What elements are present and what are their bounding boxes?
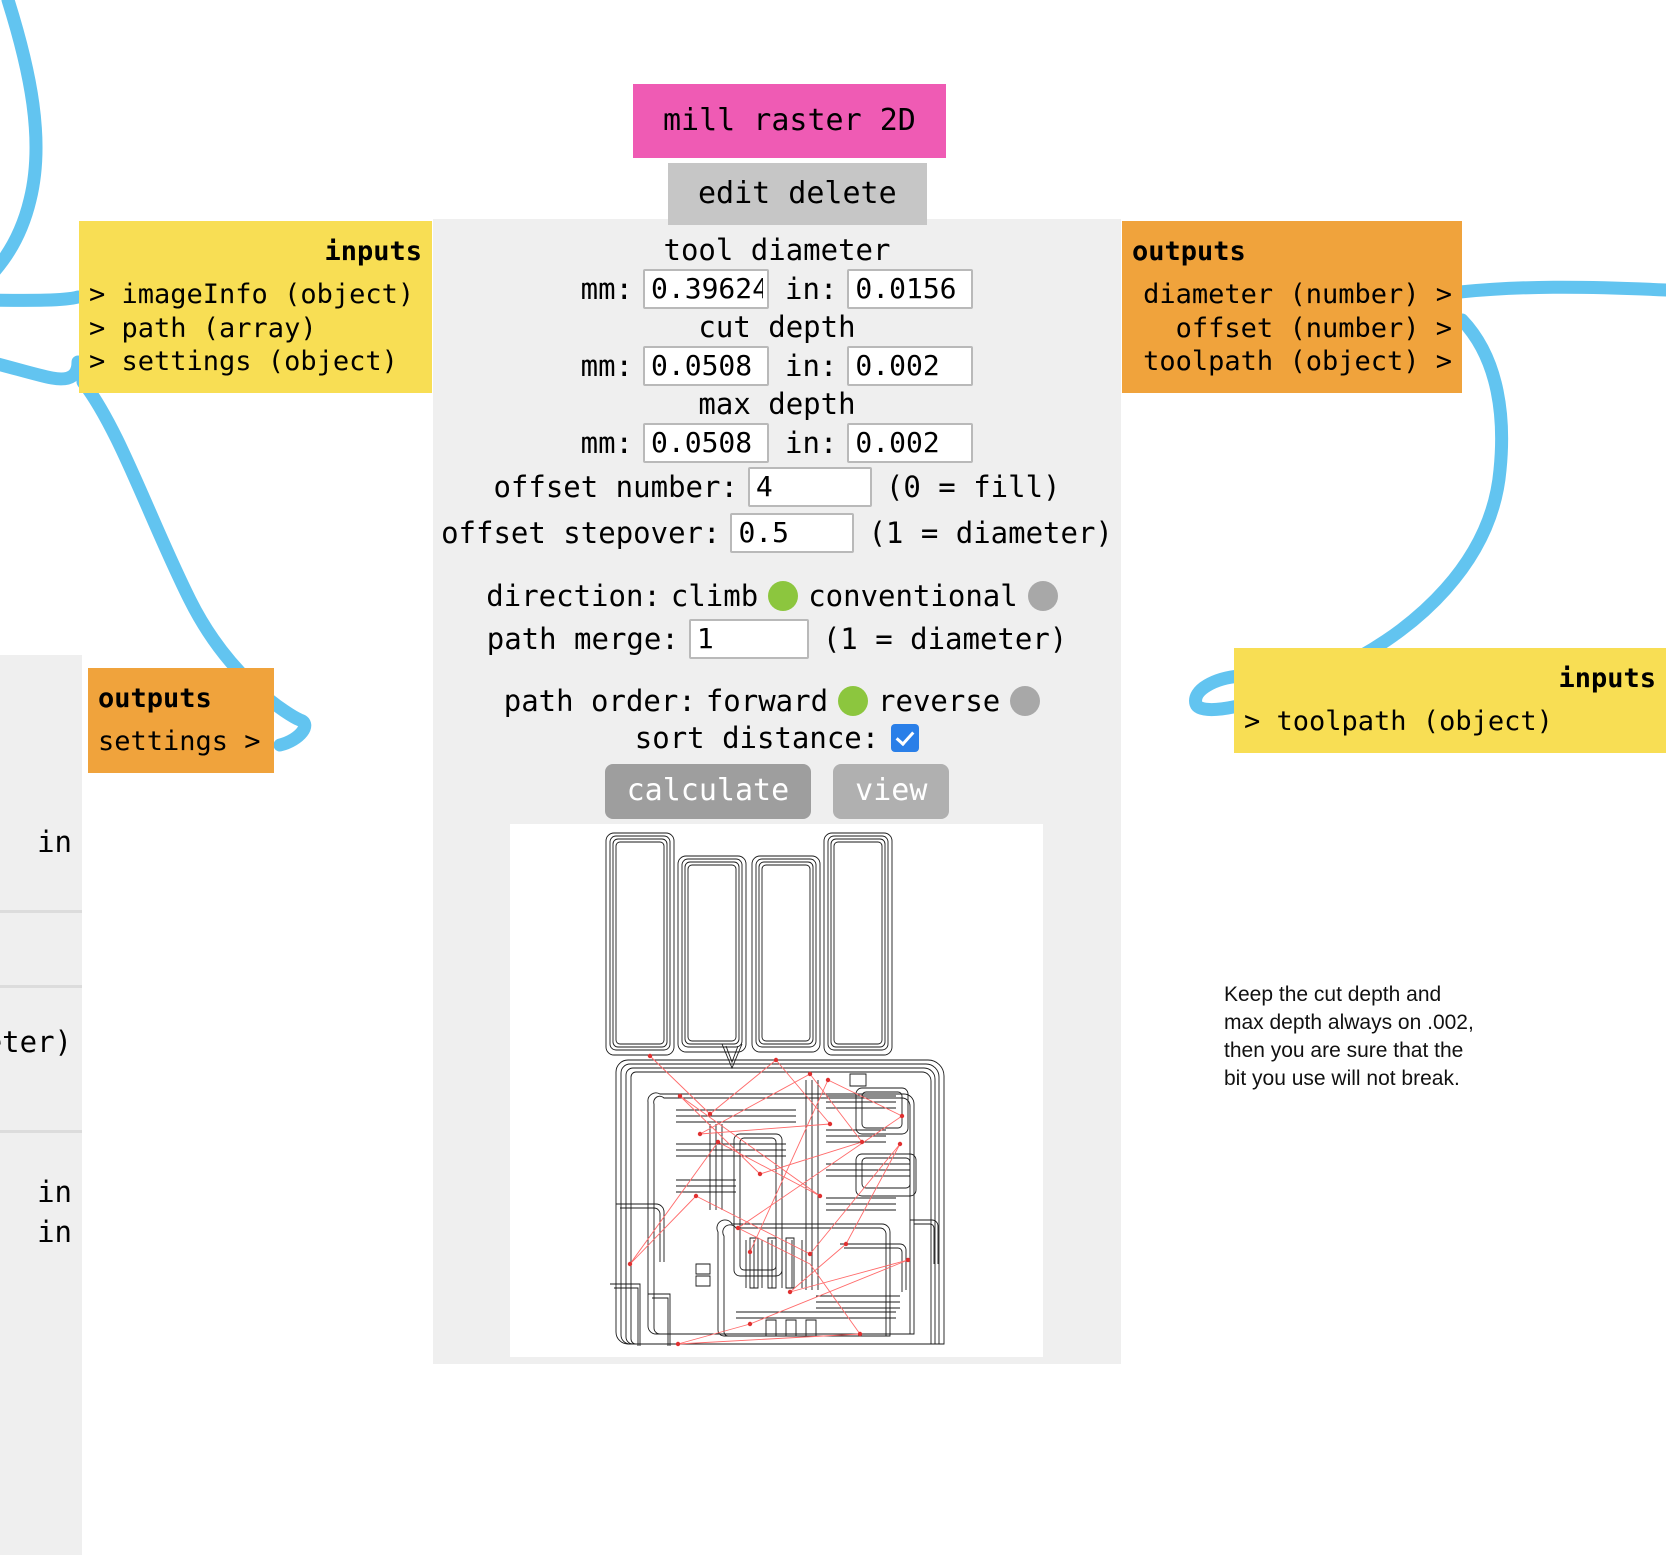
output-port-toolpath[interactable]: toolpath (object) > — [1132, 345, 1452, 378]
adjacent-node-card-left: in eter) in in — [0, 655, 82, 1555]
offset-stepover-label: offset stepover: — [441, 515, 721, 550]
direction-climb-radio[interactable] — [768, 581, 799, 611]
output-port-diameter[interactable]: diameter (number) > — [1132, 278, 1452, 311]
node-actions-bar[interactable]: edit delete — [668, 163, 927, 225]
path-merge-hint: (1 = diameter) — [822, 621, 1068, 656]
cut-depth-in-input[interactable] — [847, 346, 974, 386]
sort-distance-checkbox[interactable] — [891, 724, 920, 752]
direction-climb-label: climb — [670, 579, 759, 613]
sort-distance-label: sort distance: — [634, 721, 880, 755]
offset-stepover-input[interactable] — [730, 513, 855, 553]
toolpath-preview[interactable] — [510, 824, 1043, 1357]
node-title-label: mill raster 2D — [633, 84, 946, 158]
node-outputs-panel: outputs diameter (number) > offset (numb… — [1122, 221, 1462, 393]
path-merge-row: path merge: (1 = diameter) — [433, 619, 1121, 659]
direction-conventional-label: conventional — [808, 579, 1018, 613]
cut-depth-mm-label: mm: — [580, 348, 633, 383]
offset-stepover-row: offset stepover: (1 = diameter) — [433, 513, 1121, 553]
divider — [0, 910, 82, 913]
tool-diameter-in-input[interactable] — [847, 269, 974, 309]
max-depth-in-input[interactable] — [847, 423, 974, 463]
offset-number-label: offset number: — [493, 469, 738, 504]
partial-text-in-2: in — [37, 1175, 72, 1209]
max-depth-mm-label: mm: — [580, 425, 633, 460]
path-merge-input[interactable] — [688, 619, 809, 659]
tool-diameter-row: mm: in: — [433, 269, 1121, 309]
annotation-note: Keep the cut depth and max depth always … — [1224, 983, 1474, 1090]
right-inputs-heading: inputs — [1558, 663, 1656, 694]
inputs-heading: inputs — [324, 236, 422, 267]
sort-distance-row: sort distance: — [433, 721, 1121, 755]
partial-text-eter: eter) — [0, 1025, 72, 1059]
partial-text-in-1: in — [37, 825, 72, 859]
cut-depth-mm-input[interactable] — [643, 346, 769, 386]
direction-label: direction: — [486, 579, 661, 613]
input-port-settings[interactable]: > settings (object) — [89, 345, 422, 378]
adjacent-node-outputs-panel: outputs settings > — [88, 668, 274, 773]
outputs-heading: outputs — [1132, 236, 1246, 267]
toolpath-preview-svg — [510, 824, 1043, 1357]
path-merge-label: path merge: — [486, 621, 679, 656]
direction-row: direction: climb conventional — [433, 579, 1121, 613]
max-depth-label: max depth — [698, 387, 856, 421]
input-port-imageinfo[interactable]: > imageInfo (object) — [89, 278, 422, 311]
view-button[interactable]: view — [833, 764, 950, 819]
tool-diameter-mm-label: mm: — [580, 271, 633, 306]
cut-depth-label: cut depth — [698, 310, 856, 344]
partial-text-in-3: in — [37, 1215, 72, 1249]
path-order-reverse-label: reverse — [878, 684, 1001, 718]
adjacent-node-inputs-panel: inputs > toolpath (object) — [1234, 648, 1666, 753]
offset-stepover-hint: (1 = diameter) — [868, 515, 1113, 550]
cut-depth-row: mm: in: — [433, 346, 1121, 386]
node-inputs-panel: inputs > imageInfo (object) > path (arra… — [79, 221, 432, 393]
max-depth-in-label: in: — [785, 425, 838, 460]
offset-number-input[interactable] — [747, 467, 872, 507]
direction-conventional-radio[interactable] — [1027, 581, 1058, 611]
tool-diameter-mm-input[interactable] — [643, 269, 769, 309]
max-depth-mm-input[interactable] — [643, 423, 769, 463]
offset-number-hint: (0 = fill) — [885, 469, 1061, 504]
tool-diameter-label: tool diameter — [663, 233, 891, 267]
node-settings-card: tool diameter mm: in: cut depth mm: in: … — [433, 219, 1121, 1364]
path-order-row: path order: forward reverse — [433, 684, 1121, 718]
offset-number-row: offset number: (0 = fill) — [433, 467, 1121, 507]
divider — [0, 1130, 82, 1133]
calculate-button[interactable]: calculate — [604, 764, 812, 819]
path-order-label: path order: — [503, 684, 696, 718]
path-order-reverse-radio[interactable] — [1010, 686, 1041, 716]
input-port-path[interactable]: > path (array) — [89, 312, 422, 345]
action-button-row: calculate view — [433, 764, 1121, 819]
cut-depth-in-label: in: — [785, 348, 838, 383]
left-outputs-heading: outputs — [98, 683, 212, 714]
node-title-bar[interactable]: mill raster 2D — [633, 84, 946, 158]
edit-delete-label: edit delete — [668, 163, 927, 225]
input-port-toolpath[interactable]: > toolpath (object) — [1244, 705, 1656, 738]
path-order-forward-radio[interactable] — [838, 686, 869, 716]
divider — [0, 985, 82, 988]
tool-diameter-in-label: in: — [785, 271, 838, 306]
output-port-settings[interactable]: settings > — [98, 725, 264, 758]
path-order-forward-label: forward — [705, 684, 829, 718]
output-port-offset[interactable]: offset (number) > — [1132, 312, 1452, 345]
max-depth-row: mm: in: — [433, 423, 1121, 463]
